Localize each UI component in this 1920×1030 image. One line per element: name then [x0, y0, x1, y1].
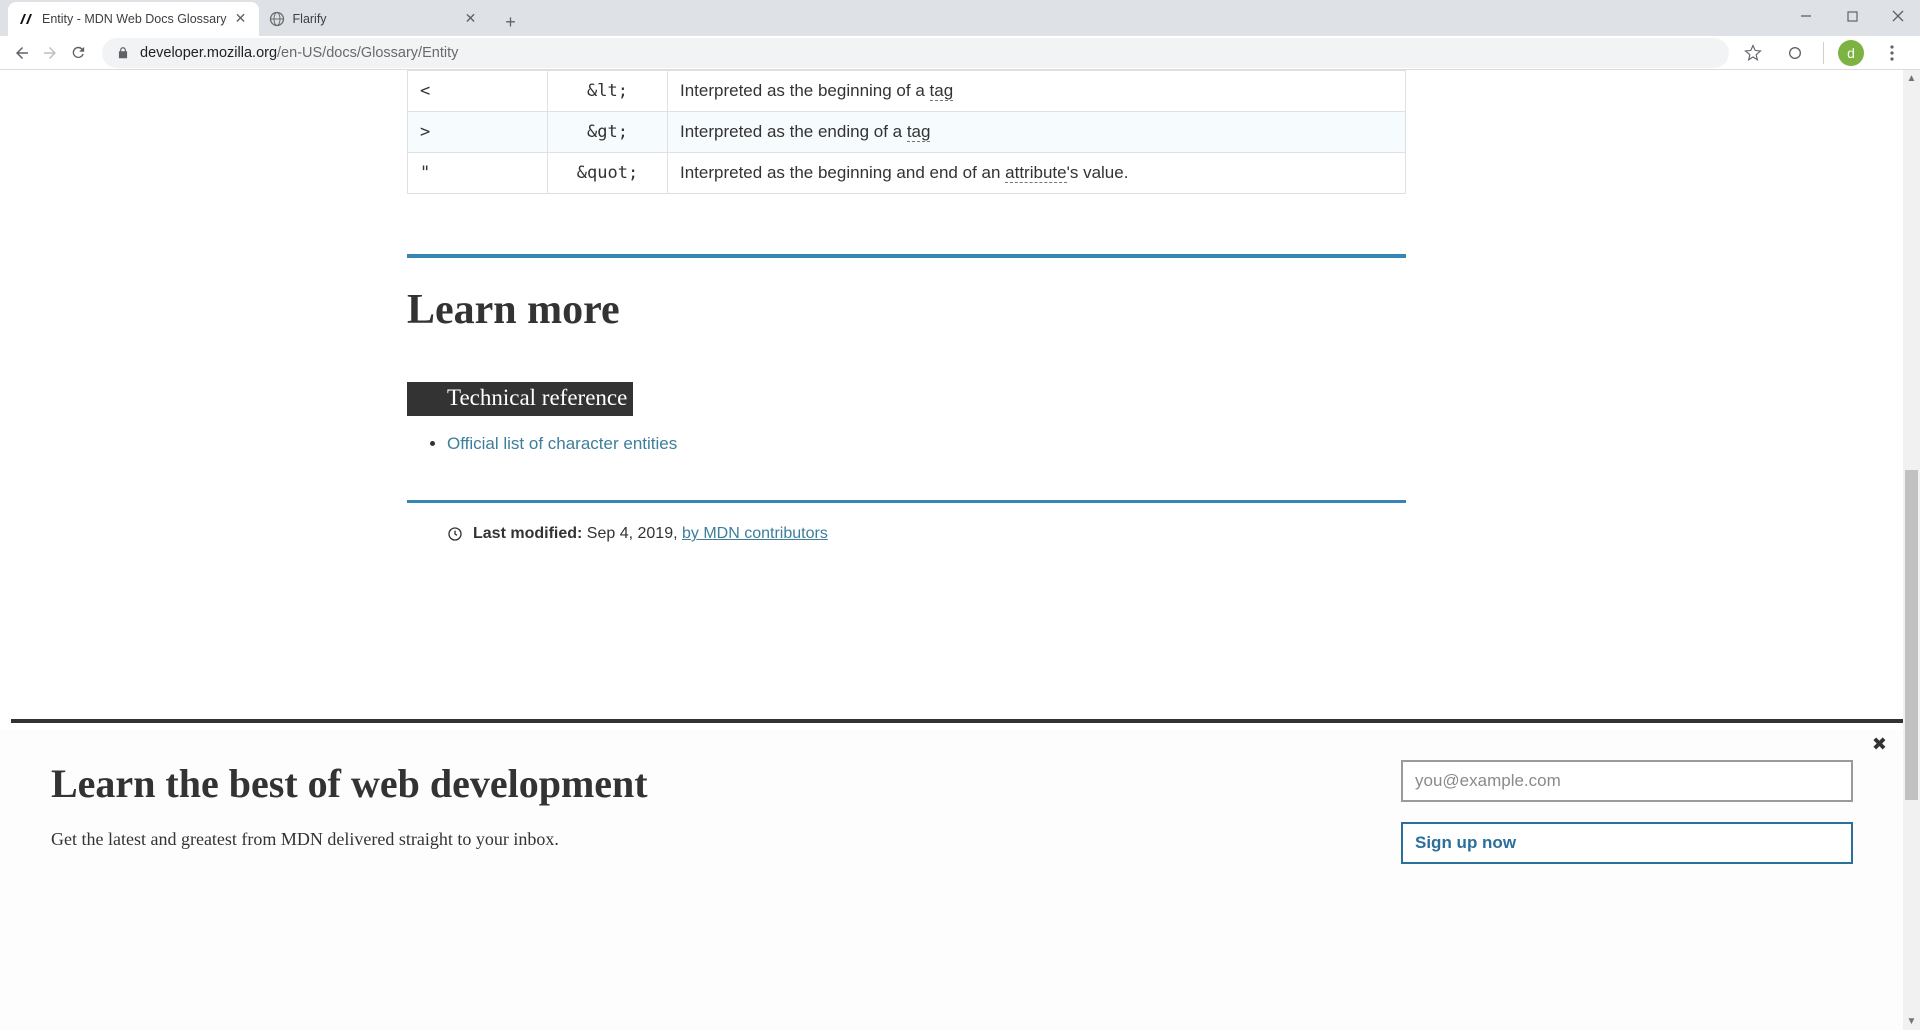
lock-icon [116, 46, 130, 60]
entity-cell: &lt; [548, 71, 668, 112]
scroll-up-icon[interactable]: ▲ [1903, 70, 1920, 87]
new-tab-button[interactable]: + [497, 8, 525, 36]
toolbar-separator [1823, 42, 1824, 64]
tab-title: Flarify [293, 12, 457, 26]
back-button[interactable] [8, 39, 36, 67]
note-cell: Interpreted as the ending of a tag [668, 112, 1406, 153]
table-row: >&gt;Interpreted as the ending of a tag [408, 112, 1406, 153]
char-cell: > [408, 112, 548, 153]
newsletter-heading: Learn the best of web development [51, 760, 648, 807]
profile-avatar[interactable]: d [1838, 40, 1864, 66]
official-entities-link[interactable]: Official list of character entities [447, 434, 677, 453]
scroll-down-icon[interactable]: ▼ [1903, 1013, 1920, 1030]
page-scrollbar[interactable]: ▲ ▼ [1903, 70, 1920, 1030]
window-minimize-icon[interactable] [1790, 2, 1822, 30]
forward-button[interactable] [36, 39, 64, 67]
char-cell: < [408, 71, 548, 112]
window-controls [1790, 2, 1914, 30]
email-input[interactable] [1401, 760, 1853, 802]
extension-circle-icon[interactable] [1781, 39, 1809, 67]
list-item: Official list of character entities [447, 434, 1406, 454]
tab-strip: Entity - MDN Web Docs Glossary ✕ Flarify… [0, 0, 1920, 36]
article-content: <&lt;Interpreted as the beginning of a t… [407, 70, 1406, 543]
technical-reference-heading: Technical reference [407, 382, 633, 416]
bookmark-star-icon[interactable] [1739, 39, 1767, 67]
window-close-icon[interactable] [1882, 2, 1914, 30]
table-row: "&quot;Interpreted as the beginning and … [408, 153, 1406, 194]
browser-chrome: Entity - MDN Web Docs Glossary ✕ Flarify… [0, 0, 1920, 70]
section-divider [407, 500, 1406, 503]
url-path: /en-US/docs/Glossary/Entity [277, 45, 458, 61]
tab-close-icon[interactable]: ✕ [233, 11, 249, 27]
favicon-mdn [18, 11, 34, 27]
signup-button[interactable]: Sign up now [1401, 822, 1853, 864]
page-viewport: <&lt;Interpreted as the beginning of a t… [0, 70, 1920, 1030]
reload-button[interactable] [64, 39, 92, 67]
lastmod-date: Sep 4, 2019, [587, 525, 678, 542]
kebab-menu-icon[interactable] [1878, 39, 1906, 67]
address-bar[interactable]: developer.mozilla.org/en-US/docs/Glossar… [102, 38, 1729, 68]
browser-tab-active[interactable]: Entity - MDN Web Docs Glossary ✕ [8, 2, 259, 36]
contributors-link[interactable]: by MDN contributors [682, 525, 828, 542]
entity-cell: &gt; [548, 112, 668, 153]
newsletter-separator [11, 719, 1903, 723]
lastmod-label: Last modified: [473, 525, 582, 542]
note-cell: Interpreted as the beginning and end of … [668, 153, 1406, 194]
browser-toolbar: developer.mozilla.org/en-US/docs/Glossar… [0, 36, 1920, 70]
learn-more-heading: Learn more [407, 286, 1406, 334]
newsletter-subheading: Get the latest and greatest from MDN del… [51, 829, 648, 850]
entity-cell: &quot; [548, 153, 668, 194]
char-cell: " [408, 153, 548, 194]
close-icon[interactable]: ✖ [1872, 734, 1887, 755]
scrollbar-thumb[interactable] [1905, 470, 1918, 800]
reference-links-list: Official list of character entities [407, 434, 1406, 454]
tab-title: Entity - MDN Web Docs Glossary [42, 12, 227, 26]
glossary-term-link[interactable]: tag [907, 122, 931, 142]
glossary-term-link[interactable]: tag [930, 81, 954, 101]
favicon-generic [269, 11, 285, 27]
url-host: developer.mozilla.org [140, 45, 277, 61]
window-maximize-icon[interactable] [1836, 2, 1868, 30]
last-modified: Last modified: Sep 4, 2019, by MDN contr… [407, 525, 1406, 543]
glossary-term-link[interactable]: attribute [1005, 163, 1066, 183]
tab-close-icon[interactable]: ✕ [463, 11, 479, 27]
table-row: <&lt;Interpreted as the beginning of a t… [408, 71, 1406, 112]
clock-icon [447, 526, 463, 542]
browser-tab-inactive[interactable]: Flarify ✕ [259, 2, 489, 36]
note-cell: Interpreted as the beginning of a tag [668, 71, 1406, 112]
entity-table: <&lt;Interpreted as the beginning of a t… [407, 70, 1406, 194]
newsletter-banner: ✖ Learn the best of web development Get … [0, 730, 1903, 1030]
section-divider [407, 254, 1406, 258]
